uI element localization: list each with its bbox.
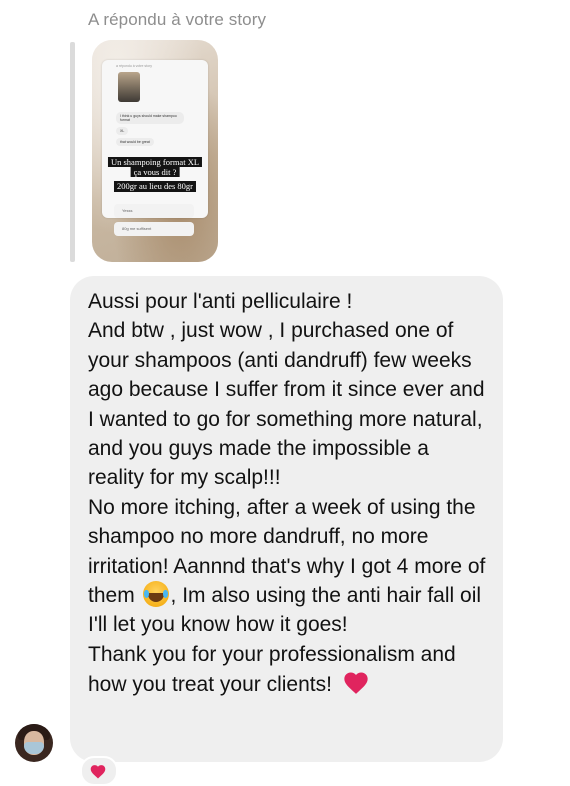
red-heart-icon (344, 672, 368, 695)
story-mini-bubble: XL (116, 127, 129, 135)
story-mini-header: a répondu à votre story (116, 64, 152, 68)
message-reaction[interactable] (80, 756, 118, 786)
message-paragraph: No more itching, after a week of using t… (88, 493, 488, 640)
story-embedded-screenshot: a répondu à votre story I think u guys s… (102, 60, 208, 218)
story-overlay-text: 200gr au lieu des 80gr (113, 181, 197, 192)
story-overlay-text: Un shampoing format XL (107, 157, 203, 167)
story-poll-option: Yesss (114, 204, 194, 218)
message-paragraph: And btw , just wow , I purchased one of … (88, 319, 485, 490)
message-paragraph: Thank you for your professionalism and h… (88, 640, 488, 700)
story-mini-photo (118, 72, 140, 102)
message-paragraph: Aussi pour l'anti pelliculaire ! (88, 290, 353, 313)
avatar-mask (24, 742, 44, 754)
message-text: Aussi pour l'anti pelliculaire ! And btw… (88, 287, 488, 700)
message-text-span: Thank you for your professionalism and h… (88, 642, 456, 697)
story-overlay-text: ça vous dit ? (130, 167, 180, 177)
face-with-tears-of-joy-icon (142, 581, 169, 608)
story-poll-option: 80g me suffisent (114, 222, 194, 236)
story-reply-header: A répondu à votre story (88, 10, 267, 29)
sender-avatar[interactable] (15, 724, 53, 762)
quote-bar (70, 42, 75, 262)
story-thumbnail[interactable]: a répondu à votre story I think u guys s… (92, 40, 218, 262)
story-mini-bubble: I think u guys should make shampoo forma… (116, 112, 184, 124)
red-heart-reaction-icon (90, 765, 106, 779)
story-mini-bubble: that would be great (116, 138, 154, 146)
